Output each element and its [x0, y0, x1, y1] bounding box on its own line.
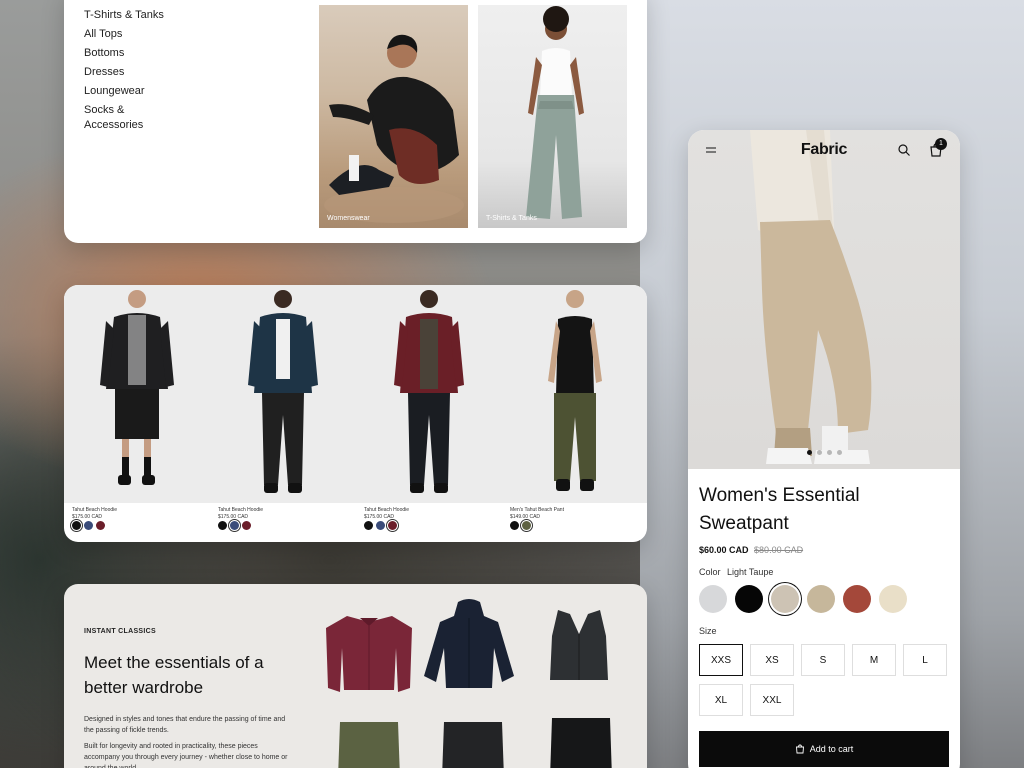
category-link[interactable]: Socks & Accessories	[84, 103, 174, 133]
category-link[interactable]: Loungewear	[84, 84, 174, 99]
color-swatch[interactable]	[510, 521, 519, 530]
size-option[interactable]: XL	[699, 684, 743, 716]
size-options: XXS XS S M L XL XXL	[699, 644, 951, 716]
gallery-pagination	[688, 450, 960, 455]
compare-at-price: $80.00 CAD	[754, 545, 804, 555]
gallery-dot[interactable]	[816, 450, 822, 455]
product-card[interactable]: Tahut Beach Hoodie $175.00 CAD	[356, 285, 502, 542]
promo-tile-tshirts[interactable]: T-Shirts & Tanks	[478, 5, 627, 228]
vest-image[interactable]	[544, 606, 614, 686]
product-price: $175.00 CAD	[364, 514, 395, 520]
color-option[interactable]	[771, 585, 799, 613]
size-option[interactable]: M	[852, 644, 896, 676]
size-option[interactable]: XS	[750, 644, 794, 676]
product-image	[64, 285, 210, 503]
model-figure	[548, 290, 602, 491]
color-options	[699, 585, 907, 613]
section-headline: Meet the essentials of a better wardrobe	[84, 653, 264, 697]
shorts-olive-image[interactable]	[334, 718, 404, 768]
section-body: Built for longevity and rooted in practi…	[84, 743, 288, 768]
selected-color-name: Light Taupe	[727, 567, 774, 577]
product-gallery[interactable]: Fabric 1	[688, 130, 960, 469]
search-icon[interactable]	[897, 143, 911, 157]
gallery-dot[interactable]	[806, 450, 812, 455]
color-swatches	[364, 521, 397, 530]
color-label: Color Light Taupe	[699, 567, 773, 577]
color-swatch[interactable]	[230, 521, 239, 530]
color-swatches	[510, 521, 531, 530]
color-option[interactable]	[699, 585, 727, 613]
color-swatches	[218, 521, 251, 530]
color-swatch[interactable]	[364, 521, 373, 530]
color-label-text: Color	[699, 567, 721, 577]
product-name: Men's Tahut Beach Pant	[510, 507, 564, 513]
model-figure	[248, 290, 318, 493]
color-option[interactable]	[735, 585, 763, 613]
gallery-dot[interactable]	[826, 450, 832, 455]
product-image	[502, 285, 647, 503]
product-card[interactable]: Tahut Beach Hoodie $175.00 CAD	[210, 285, 356, 542]
model-figure	[100, 290, 174, 485]
color-swatch[interactable]	[96, 521, 105, 530]
product-image	[210, 285, 356, 503]
color-option[interactable]	[843, 585, 871, 613]
color-swatch[interactable]	[376, 521, 385, 530]
product-title: Women's Essential Sweatpant	[699, 485, 860, 534]
category-link[interactable]: T-Shirts & Tanks	[84, 8, 174, 23]
gallery-dot[interactable]	[836, 450, 842, 455]
size-option[interactable]: L	[903, 644, 947, 676]
editorial-section: INSTANT CLASSICS Meet the essentials of …	[64, 584, 647, 768]
color-swatches	[72, 521, 105, 530]
jacket-image[interactable]	[322, 608, 417, 698]
color-swatch[interactable]	[72, 521, 81, 530]
add-to-cart-label: Add to cart	[809, 744, 854, 754]
bag-icon	[795, 744, 804, 754]
color-swatch[interactable]	[522, 521, 531, 530]
promo-tile-womenswear[interactable]: Womenswear	[319, 5, 468, 228]
product-card[interactable]: Tahut Beach Hoodie $175.00 CAD	[64, 285, 210, 542]
section-eyebrow: INSTANT CLASSICS	[84, 628, 156, 635]
size-option[interactable]: S	[801, 644, 845, 676]
product-card[interactable]: Men's Tahut Beach Pant $149.00 CAD	[502, 285, 647, 542]
sale-price: $60.00 CAD	[699, 545, 749, 555]
color-swatch[interactable]	[218, 521, 227, 530]
color-option[interactable]	[879, 585, 907, 613]
section-body: Designed in styles and tones that endure…	[84, 716, 286, 734]
color-swatch[interactable]	[242, 521, 251, 530]
shorts-dark-image[interactable]	[546, 714, 616, 768]
site-header: Fabric 1	[688, 130, 960, 170]
nav-dropdown-panel: T-Shirts & Tanks All Tops Bottoms Dresse…	[64, 0, 647, 243]
category-list: T-Shirts & Tanks All Tops Bottoms Dresse…	[84, 8, 174, 137]
product-price: $149.00 CAD	[510, 514, 541, 520]
category-link[interactable]: All Tops	[84, 27, 174, 42]
product-price: $175.00 CAD	[218, 514, 249, 520]
model-figure	[394, 290, 464, 493]
brand-logo[interactable]: Fabric	[688, 141, 960, 159]
product-name: Tahut Beach Hoodie	[72, 507, 118, 513]
size-label: Size	[699, 626, 717, 636]
product-name: Tahut Beach Hoodie	[218, 507, 264, 513]
size-option[interactable]: XXS	[699, 644, 743, 676]
color-option[interactable]	[807, 585, 835, 613]
hoodie-image[interactable]	[422, 598, 517, 693]
size-option[interactable]: XXL	[750, 684, 794, 716]
product-price: $175.00 CAD	[72, 514, 103, 520]
category-link[interactable]: Bottoms	[84, 46, 174, 61]
promo-photo	[526, 6, 584, 219]
product-detail-page: Fabric 1 Women's Essential Sweatpant $60…	[688, 130, 960, 768]
product-grid: Tahut Beach Hoodie $175.00 CAD Tahut Bea…	[64, 285, 647, 542]
color-swatch[interactable]	[84, 521, 93, 530]
add-to-cart-button[interactable]: Add to cart	[699, 731, 949, 767]
product-name: Tahut Beach Hoodie	[364, 507, 410, 513]
category-link[interactable]: Dresses	[84, 65, 174, 80]
cart-count-badge: 1	[935, 138, 947, 150]
color-swatch[interactable]	[388, 521, 397, 530]
product-photo	[750, 130, 872, 464]
promo-caption: Womenswear	[327, 215, 370, 222]
price-block: $60.00 CAD $80.00 CAD	[699, 545, 803, 555]
product-image	[356, 285, 502, 503]
promo-photo	[324, 34, 464, 223]
shorts-black-image[interactable]	[438, 718, 508, 768]
promo-caption: T-Shirts & Tanks	[486, 215, 537, 222]
